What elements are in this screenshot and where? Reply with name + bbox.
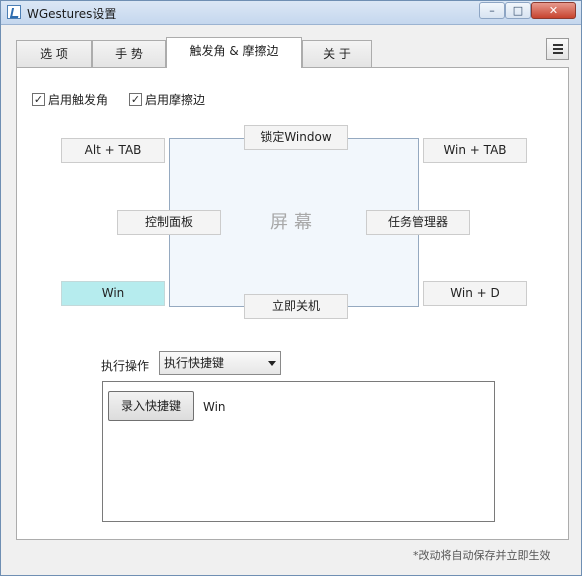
edge-right-button[interactable]: 任务管理器 bbox=[366, 210, 470, 235]
enable-edges-checkbox[interactable]: ✓ 启用摩擦边 bbox=[129, 93, 219, 107]
action-type-value: 执行快捷键 bbox=[164, 356, 225, 370]
menu-button[interactable] bbox=[546, 38, 569, 60]
hamburger-icon bbox=[553, 44, 563, 46]
tab-about[interactable]: 关 于 bbox=[302, 40, 372, 68]
checkmark-icon: ✓ bbox=[129, 93, 142, 106]
shortcut-value: Win bbox=[203, 400, 226, 414]
tab-options[interactable]: 选 项 bbox=[16, 40, 92, 68]
corner-bottom-right-button[interactable]: Win + D bbox=[423, 281, 527, 306]
edge-top-button[interactable]: 锁定Window bbox=[244, 125, 348, 150]
tab-gestures[interactable]: 手 势 bbox=[92, 40, 166, 68]
action-label: 执行操作 bbox=[101, 359, 150, 373]
enable-corners-checkbox[interactable]: ✓ 启用触发角 bbox=[32, 93, 122, 107]
window-title: WGestures设置 bbox=[27, 7, 117, 21]
edge-bottom-button[interactable]: 立即关机 bbox=[244, 294, 348, 319]
close-button[interactable]: ✕ bbox=[531, 2, 576, 19]
action-type-dropdown[interactable]: 执行快捷键 bbox=[159, 351, 281, 375]
corner-top-left-button[interactable]: Alt + TAB bbox=[61, 138, 165, 163]
chevron-down-icon bbox=[268, 361, 276, 366]
settings-window: WGestures设置 – □ ✕ 选 项 手 势 触发角 & 摩擦边 关 于 … bbox=[0, 0, 582, 576]
autosave-note: *改动将自动保存并立即生效 bbox=[413, 549, 551, 562]
app-logo-icon bbox=[7, 5, 21, 19]
hamburger-icon bbox=[553, 48, 563, 50]
tab-panel: ✓ 启用触发角 ✓ 启用摩擦边 屏幕 Alt + TAB 锁定Window Wi… bbox=[16, 67, 569, 540]
corner-top-right-button[interactable]: Win + TAB bbox=[423, 138, 527, 163]
checkmark-icon: ✓ bbox=[32, 93, 45, 106]
record-shortcut-button[interactable]: 录入快捷键 bbox=[108, 391, 194, 421]
title-bar[interactable]: WGestures设置 – □ ✕ bbox=[1, 1, 581, 25]
hamburger-icon bbox=[553, 52, 563, 54]
action-config-box: 录入快捷键 Win bbox=[102, 381, 495, 522]
edge-left-button[interactable]: 控制面板 bbox=[117, 210, 221, 235]
enable-corners-label: 启用触发角 bbox=[48, 93, 109, 107]
enable-edges-label: 启用摩擦边 bbox=[145, 93, 206, 107]
minimize-button[interactable]: – bbox=[479, 2, 505, 19]
corner-bottom-left-button[interactable]: Win bbox=[61, 281, 165, 306]
maximize-button[interactable]: □ bbox=[505, 2, 531, 19]
tab-corners-edges[interactable]: 触发角 & 摩擦边 bbox=[166, 37, 302, 68]
